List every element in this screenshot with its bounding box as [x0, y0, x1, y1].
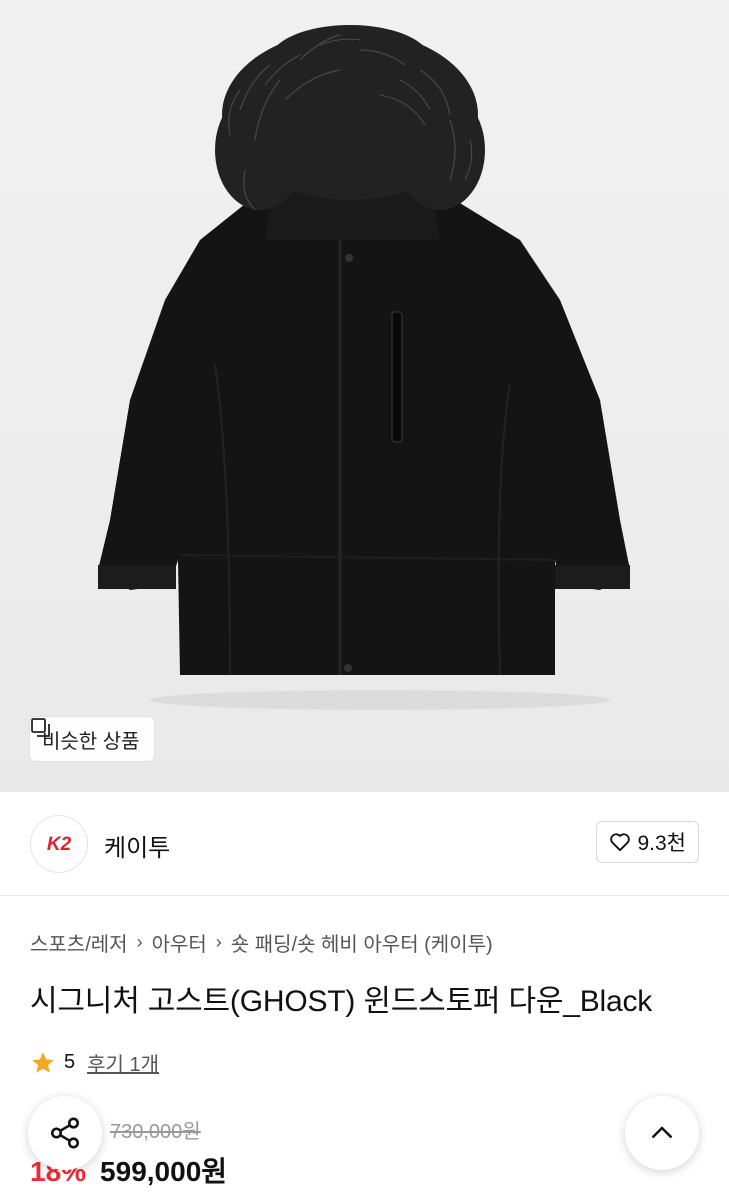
brand-logo[interactable]: K2 — [30, 815, 88, 873]
like-button[interactable]: 9.3천 — [596, 821, 699, 863]
breadcrumb-item-sports[interactable]: 스포츠/레저 — [30, 928, 128, 957]
chevron-up-icon — [652, 1126, 672, 1138]
svg-text:K2: K2 — [47, 834, 72, 854]
breadcrumb-item-outer[interactable]: 아우터 — [152, 928, 207, 957]
scroll-top-button[interactable] — [625, 1096, 699, 1170]
product-title: 시그니처 고스트(GHOST) 윈드스토퍼 다운_Black — [30, 985, 653, 1018]
like-count: 9.3천 — [637, 832, 686, 855]
rating-value: 5 — [64, 1051, 76, 1073]
similar-items-icon — [31, 718, 50, 737]
k2-logo-icon: K2 — [47, 834, 72, 854]
brand-row: K2 케이투 9.3천 — [0, 792, 729, 896]
chevron-right-icon: › — [136, 932, 143, 952]
sale-price: 599,000원 — [100, 1156, 228, 1187]
similar-products-label: 비슷한 상품 — [42, 730, 140, 753]
share-icon — [50, 1117, 80, 1149]
share-button[interactable] — [28, 1096, 102, 1170]
breadcrumb-item-short-padding[interactable]: 숏 패딩/숏 헤비 아우터 (케이투) — [231, 928, 493, 957]
chevron-right-icon: › — [215, 932, 222, 952]
brand-name[interactable]: 케이투 — [104, 828, 170, 863]
original-price: 730,000원 — [110, 1121, 201, 1143]
star-icon — [32, 1051, 54, 1073]
similar-products-button[interactable]: 비슷한 상품 — [30, 717, 154, 761]
breadcrumb: 스포츠/레저 › 아우터 › 숏 패딩/숏 헤비 아우터 (케이투) — [30, 928, 493, 957]
heart-icon — [610, 833, 631, 852]
rating: 5 후기 1개 — [30, 1048, 159, 1077]
reviews-link[interactable]: 후기 1개 — [87, 1048, 159, 1077]
product-image[interactable]: 비슷한 상품 — [0, 0, 729, 792]
jacket-illustration — [98, 25, 630, 710]
